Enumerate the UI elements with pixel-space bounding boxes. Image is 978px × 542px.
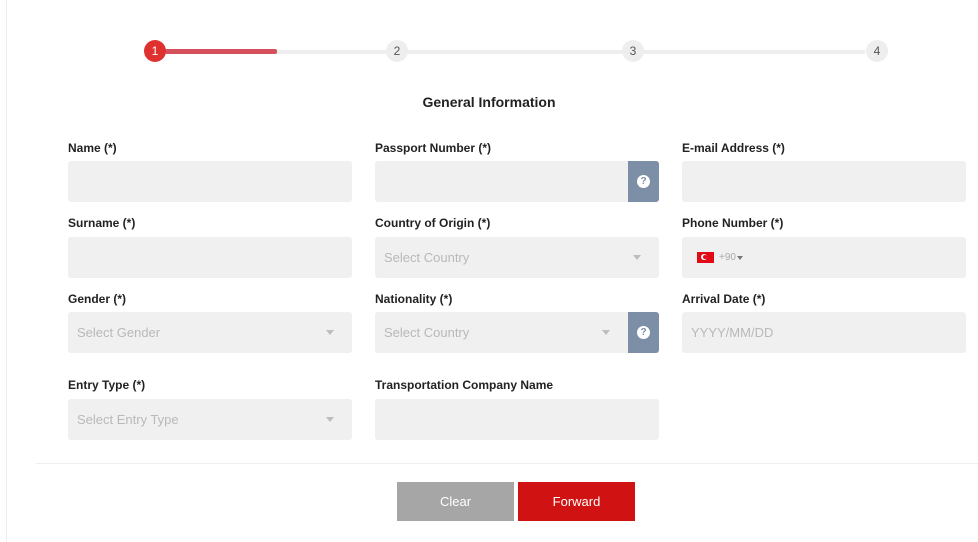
chevron-down-icon — [326, 330, 334, 335]
country-origin-placeholder: Select Country — [384, 250, 470, 265]
turkey-flag-icon[interactable] — [697, 252, 714, 263]
email-input[interactable] — [682, 161, 966, 202]
clear-button[interactable]: Clear — [397, 482, 514, 521]
surname-input[interactable] — [68, 237, 352, 278]
entry-type-placeholder: Select Entry Type — [77, 412, 179, 427]
gender-select[interactable]: Select Gender — [68, 312, 352, 353]
transport-company-label: Transportation Company Name — [375, 378, 554, 392]
arrival-date-label: Arrival Date (*) — [682, 292, 766, 306]
chevron-down-icon — [633, 255, 641, 260]
transport-company-input[interactable] — [375, 399, 659, 440]
step-track-2 — [406, 50, 624, 54]
chevron-down-icon — [602, 330, 610, 335]
name-input[interactable] — [68, 161, 352, 202]
chevron-down-icon[interactable] — [736, 255, 743, 260]
phone-label: Phone Number (*) — [682, 216, 784, 230]
passport-input[interactable] — [375, 161, 628, 202]
surname-label: Surname (*) — [68, 216, 136, 230]
gender-label: Gender (*) — [68, 292, 127, 306]
step-track-3 — [643, 50, 865, 54]
country-origin-label: Country of Origin (*) — [375, 216, 491, 230]
question-circle-icon: ? — [637, 175, 650, 188]
forward-button[interactable]: Forward — [518, 482, 635, 521]
gender-placeholder: Select Gender — [77, 325, 161, 340]
nationality-placeholder: Select Country — [384, 325, 470, 340]
nationality-select[interactable]: Select Country — [375, 312, 628, 353]
arrival-date-placeholder: YYYY/MM/DD — [691, 325, 774, 340]
name-label: Name (*) — [68, 141, 117, 155]
passport-label: Passport Number (*) — [375, 141, 492, 155]
email-label: E-mail Address (*) — [682, 141, 785, 155]
question-circle-icon: ? — [637, 326, 650, 339]
progress-stepper: 1 2 3 4 — [0, 0, 978, 90]
passport-help-button[interactable]: ? — [628, 161, 659, 202]
chevron-down-icon — [326, 417, 334, 422]
step-3[interactable]: 3 — [622, 40, 644, 62]
country-origin-select[interactable]: Select Country — [375, 237, 659, 278]
step-4[interactable]: 4 — [866, 40, 888, 62]
step-1[interactable]: 1 — [144, 40, 166, 62]
step-progress-bar — [165, 49, 277, 54]
entry-type-select[interactable]: Select Entry Type — [68, 399, 352, 440]
step-2[interactable]: 2 — [386, 40, 408, 62]
dial-code[interactable]: +90 — [719, 252, 736, 263]
section-title: General Information — [422, 94, 556, 110]
nationality-help-button[interactable]: ? — [628, 312, 659, 353]
entry-type-label: Entry Type (*) — [68, 378, 146, 392]
arrival-date-input[interactable]: YYYY/MM/DD — [682, 312, 966, 353]
nationality-label: Nationality (*) — [375, 292, 453, 306]
phone-input[interactable]: +90 — [682, 237, 966, 278]
footer-divider — [36, 463, 978, 464]
